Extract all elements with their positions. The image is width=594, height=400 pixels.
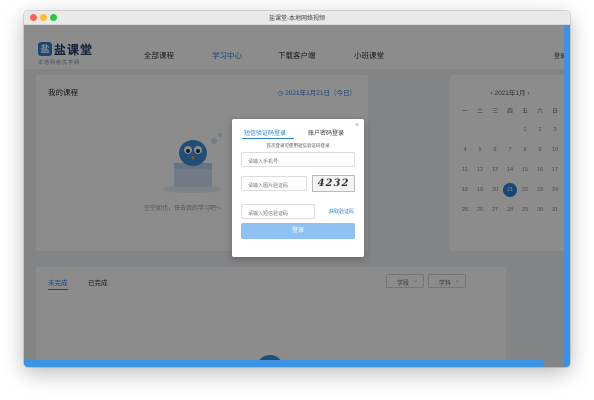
phone-input[interactable]: [241, 152, 355, 167]
tab-password-login[interactable]: 账户密码登录: [308, 128, 344, 137]
active-tab-indicator: [242, 138, 294, 139]
close-icon[interactable]: ×: [355, 122, 359, 129]
sms-code-input[interactable]: [241, 204, 315, 219]
login-modal: 短信验证码登录 账户密码登录 × 首次登录可使用短信验证码登录 4232 获取验…: [232, 119, 364, 257]
captcha-image[interactable]: 4232: [312, 175, 355, 192]
login-tip: 首次登录可使用短信验证码登录: [266, 143, 330, 148]
tab-sms-login[interactable]: 短信验证码登录: [244, 128, 286, 137]
login-submit-button[interactable]: 登录: [241, 223, 355, 239]
title-bar: 盐课堂-本地网络视频: [24, 11, 570, 25]
horizontal-scrollbar[interactable]: [24, 360, 544, 367]
captcha-input[interactable]: [241, 176, 307, 191]
window-title: 盐课堂-本地网络视频: [269, 16, 325, 22]
vertical-scrollbar[interactable]: [564, 25, 570, 367]
app-window: 盐课堂-本地网络视频 盐 盐课堂 本地网络优学网 全部课程 学习中心 下载客户端…: [24, 11, 570, 367]
get-code-button[interactable]: 获取验证码: [329, 208, 354, 215]
